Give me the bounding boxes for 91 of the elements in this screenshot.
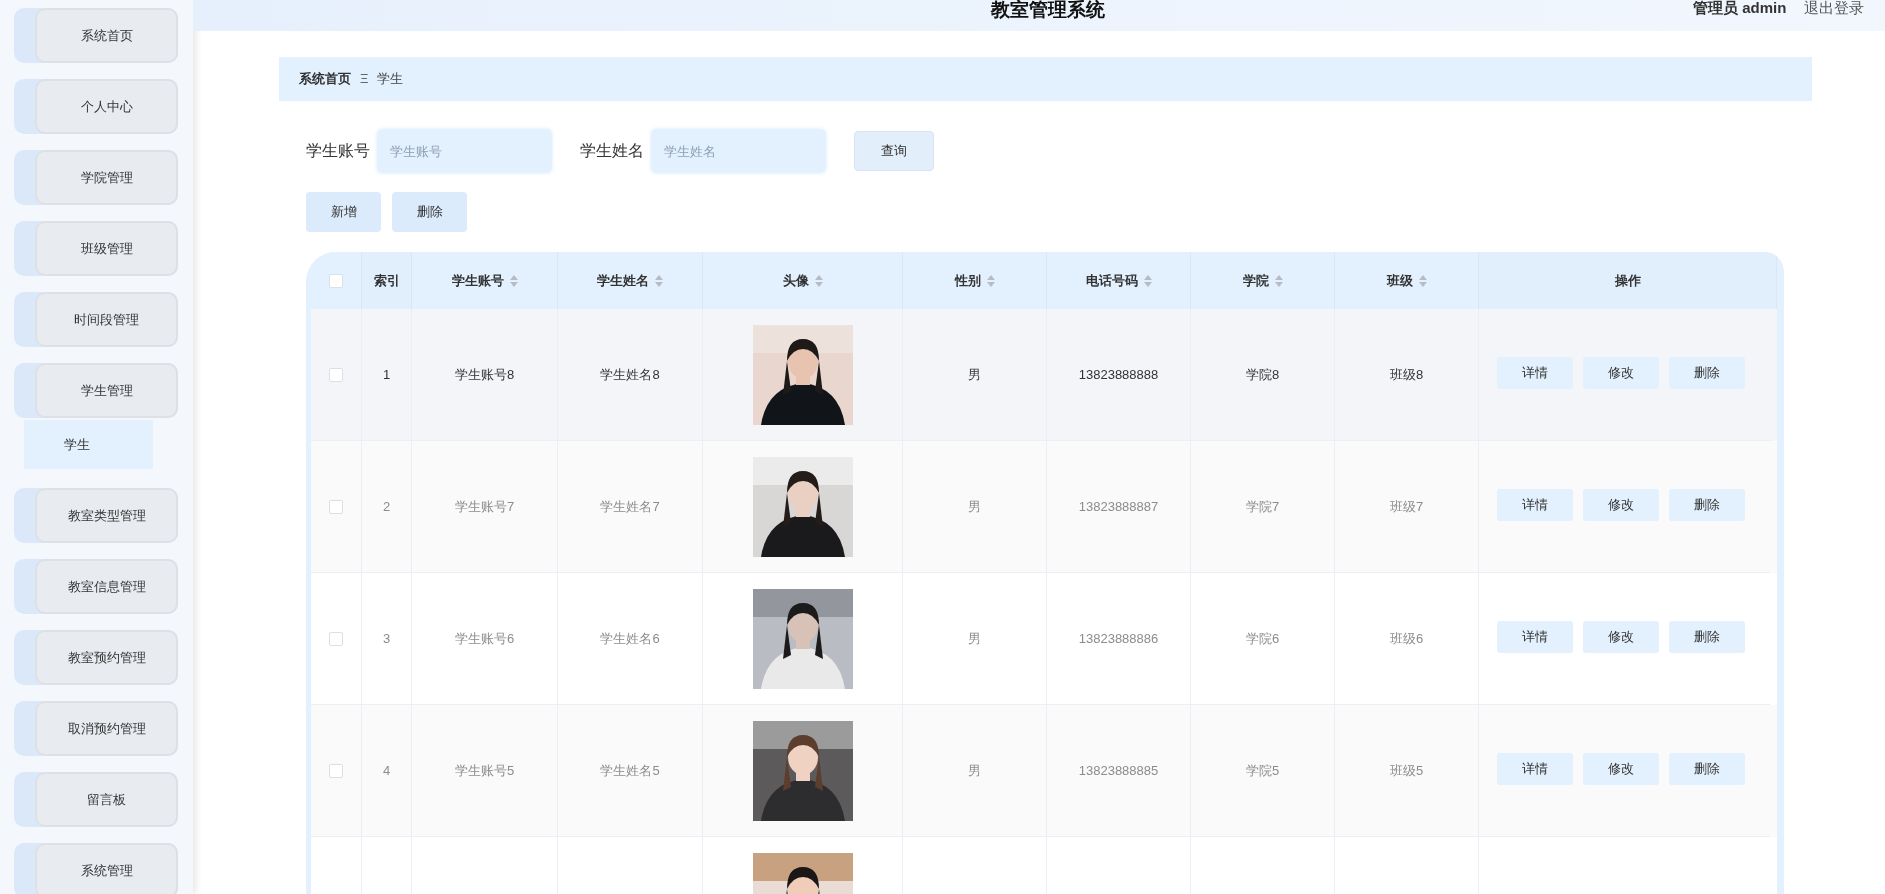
delete-button[interactable]: 删除 [1669,753,1745,785]
table-cell-text: 学生账号5 [454,761,515,780]
table-row[interactable]: 3 学生账号6 学生姓名6 男 13823888886 学院6 班级6 详情 修改 删除 [311,573,1777,705]
menu-item[interactable]: 取消预约管理 [35,701,178,756]
sort-icon[interactable] [655,274,663,287]
column-header[interactable]: 学生账号 [451,270,504,291]
submenu-item[interactable]: 学生 [24,420,153,469]
menu-item[interactable]: 学生管理 [35,363,178,418]
column-header: 索引 [373,271,400,290]
table-cell-text: 班级5 [1389,761,1424,780]
add-button[interactable]: 新增 [306,192,381,232]
search-field[interactable]: 学生账号 [378,130,551,172]
checkbox[interactable] [329,631,343,646]
table-cell-text: 男 [968,365,981,384]
table-cell-text: 学院8 [1245,365,1280,384]
delete-button[interactable]: 删除 [1669,489,1745,521]
edit-button[interactable]: 修改 [1583,489,1659,521]
table-cell-text: 学生账号7 [454,497,515,516]
column-header[interactable]: 班级 [1386,270,1413,291]
table-cell-text: 1 [382,365,391,384]
table-cell-text: 学生账号6 [454,629,515,648]
table-cell-text: 男 [968,761,981,780]
menu-item[interactable]: 个人中心 [35,79,178,134]
delete-button[interactable]: 删除 [1669,357,1745,389]
query-button[interactable]: 查询 [854,131,934,171]
table-cell-text: 学院7 [1245,497,1280,516]
table-cell-text: 学生姓名6 [600,629,660,648]
sort-icon[interactable] [1418,274,1427,287]
menu-item[interactable]: 班级管理 [35,221,178,276]
checkbox[interactable] [329,367,343,382]
menu-item[interactable]: 教室预约管理 [35,630,178,685]
checkbox[interactable] [329,763,343,778]
breadcrumb-separator: Ξ [360,70,369,89]
detail-button[interactable]: 详情 [1497,621,1573,653]
delete-button[interactable]: 删除 [1669,621,1745,653]
table-cell-text: 学生姓名8 [600,365,660,384]
menu-item[interactable]: 系统管理 [35,843,178,894]
menu-item[interactable]: 时间段管理 [35,292,178,347]
table-cell-text: 3 [382,629,391,648]
edit-button[interactable]: 修改 [1583,357,1659,389]
table-row[interactable]: 4 学生账号5 学生姓名5 男 13823888885 学院5 班级5 详情 修改 删除 [311,705,1777,837]
checkbox[interactable] [329,273,343,288]
column-header: 操作 [1614,271,1641,290]
table-cell-text: 4 [382,761,391,780]
table-cell-text: 学院6 [1245,629,1280,648]
table-row[interactable]: 2 学生账号7 学生姓名7 男 13823888887 学院7 班级7 详情 修改 删除 [311,441,1777,573]
table-cell-text: 学生账号8 [454,365,515,384]
column-header[interactable]: 电话号码 [1085,270,1138,291]
menu-item[interactable]: 教室类型管理 [35,488,178,543]
detail-button[interactable]: 详情 [1497,753,1573,785]
table-cell-text: 2 [382,497,391,516]
detail-button[interactable]: 详情 [1497,489,1573,521]
sort-icon[interactable] [986,274,995,287]
menu-item[interactable]: 留言板 [35,772,178,827]
column-header[interactable]: 学院 [1242,270,1269,291]
column-header[interactable]: 头像 [782,270,809,291]
field-label: 学生姓名 [580,141,644,161]
field-label: 学生账号 [306,141,370,161]
table-cell-text: 13823888888 [1078,365,1159,384]
menu-item[interactable]: 学院管理 [35,150,178,205]
table-cell-text: 13823888885 [1078,761,1159,780]
breadcrumb-item: 学生 [377,70,404,89]
table-cell-text: 学生姓名7 [600,497,660,516]
column-header[interactable]: 学生姓名 [597,270,649,291]
edit-button[interactable]: 修改 [1583,753,1659,785]
table-cell-text: 男 [968,497,981,516]
column-header[interactable]: 性别 [954,270,981,291]
table-cell-text: 13823888887 [1078,497,1159,516]
logout-link[interactable]: 退出登录 [1804,0,1864,15]
user-label: 管理员 admin [1693,0,1787,15]
table-cell-text: 男 [968,629,981,648]
app-title: 教室管理系统 [991,0,1105,19]
edit-button[interactable]: 修改 [1583,621,1659,653]
menu-item[interactable]: 系统首页 [35,8,178,63]
menu-item[interactable]: 教室信息管理 [35,559,178,614]
checkbox[interactable] [329,499,343,514]
sort-icon[interactable] [814,274,823,287]
table-row[interactable]: 1 学生账号8 学生姓名8 男 13823888888 学院8 班级8 详情 修改 删除 [311,309,1777,441]
table-cell-text: 学院5 [1245,761,1280,780]
detail-button[interactable]: 详情 [1497,357,1573,389]
table-cell-text: 学生姓名5 [600,761,660,780]
sort-icon[interactable] [1274,274,1283,287]
sort-icon[interactable] [509,274,518,287]
table-cell-text: 班级8 [1389,365,1424,384]
delete-button[interactable]: 删除 [392,192,467,232]
breadcrumb-item[interactable]: 系统首页 [299,69,351,89]
table-cell-text: 13823888886 [1078,629,1159,648]
search-field[interactable]: 学生姓名 [652,130,825,172]
table-cell-text: 班级7 [1389,497,1424,516]
table-cell-text: 班级6 [1389,629,1424,648]
sort-icon[interactable] [1143,274,1152,287]
